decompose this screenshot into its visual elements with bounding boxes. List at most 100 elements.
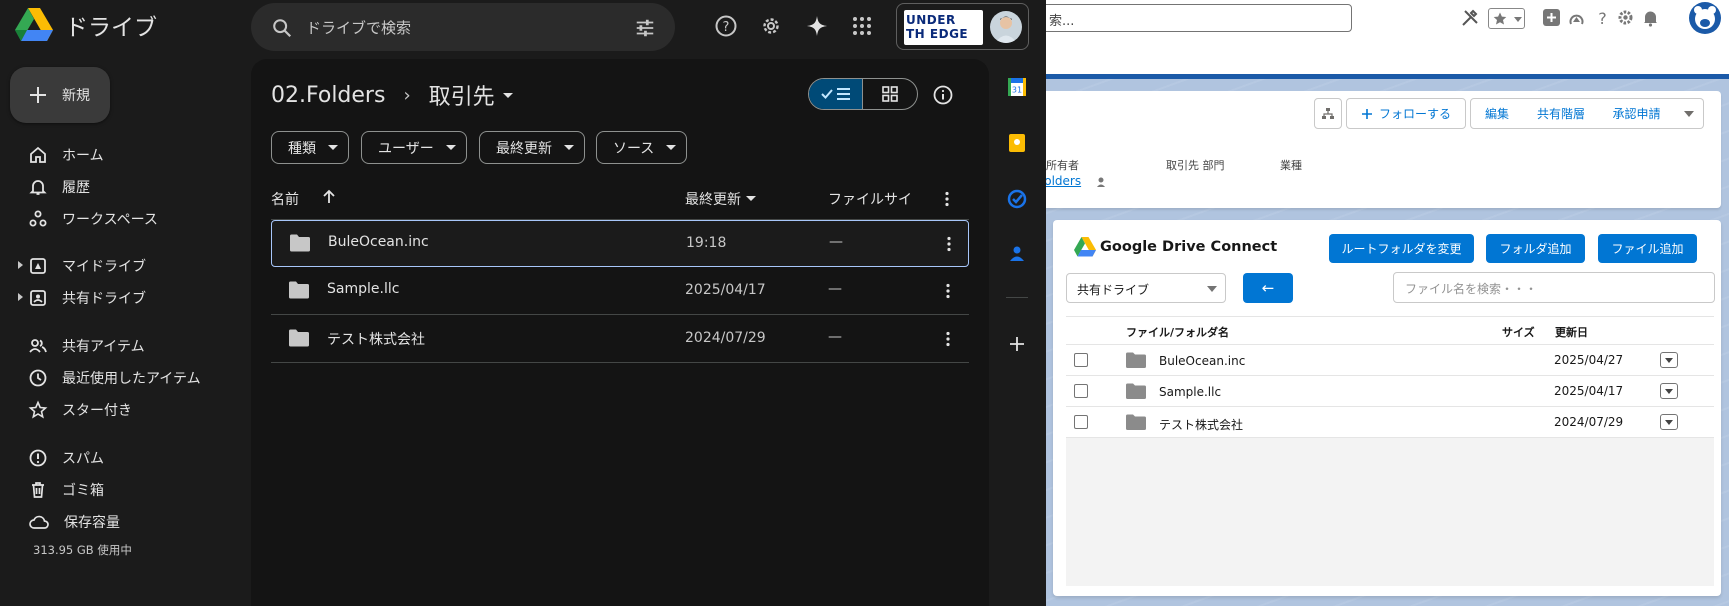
setup-tools-icon[interactable]	[1460, 8, 1480, 28]
more-vert-icon[interactable]	[940, 235, 958, 253]
expand-arrow-icon[interactable]	[18, 293, 23, 301]
file-modified: 19:18	[686, 235, 727, 251]
sidebar-item-trash[interactable]: ゴミ箱	[28, 478, 104, 502]
table-row[interactable]: Sample.llc 2025/04/17	[1066, 376, 1714, 407]
more-vert-icon[interactable]	[939, 330, 957, 348]
gemini-sparkle-icon[interactable]	[805, 14, 829, 38]
drive-search-bar[interactable]: ドライブで検索	[251, 3, 675, 51]
file-modified: 2024/07/29	[1554, 415, 1624, 429]
sidebar-item-label: 共有ドライブ	[62, 291, 146, 307]
chevron-down-icon[interactable]	[746, 196, 756, 201]
sort-ascending-icon[interactable]	[320, 188, 338, 206]
sidebar-item-history[interactable]: 履歴	[28, 175, 90, 199]
notification-bell-icon[interactable]	[1641, 8, 1660, 27]
breadcrumb-current[interactable]: 取引先	[429, 79, 495, 111]
file-row[interactable]: テスト株式会社 2024/07/29 —	[271, 316, 969, 363]
account-switcher[interactable]: UNDER TH EDGE	[896, 3, 1029, 50]
tasks-icon[interactable]	[1007, 189, 1027, 209]
chevron-down-icon	[328, 145, 338, 150]
follow-button[interactable]: フォローする	[1346, 98, 1466, 129]
contacts-icon[interactable]	[1007, 243, 1027, 263]
svg-text:?: ?	[723, 20, 730, 35]
sidebar-item-home[interactable]: ホーム	[28, 143, 104, 167]
more-vert-icon[interactable]	[938, 190, 956, 208]
submit-approval-button[interactable]: 承認申請	[1599, 98, 1675, 129]
row-actions-dropdown[interactable]	[1660, 414, 1678, 430]
button-label: フォルダ追加	[1499, 242, 1572, 256]
favorites-button[interactable]	[1488, 8, 1525, 29]
sidebar-item-my-drive[interactable]: マイドライブ	[18, 254, 146, 278]
filter-source-chip[interactable]: ソース	[596, 131, 688, 164]
search-options-icon[interactable]	[634, 17, 656, 39]
sidebar-item-storage[interactable]: 保存容量	[28, 510, 120, 534]
avatar[interactable]	[990, 11, 1022, 43]
gear-icon[interactable]	[759, 14, 783, 38]
avatar[interactable]	[1689, 2, 1721, 34]
global-search-input[interactable]: 索...	[1046, 4, 1352, 32]
file-row[interactable]: BuleOcean.inc 19:18 —	[271, 220, 969, 267]
file-row[interactable]: Sample.llc 2025/04/17 —	[271, 268, 969, 315]
drive-type-select[interactable]: 共有ドライブ	[1066, 273, 1226, 303]
info-icon[interactable]	[932, 84, 954, 106]
row-checkbox[interactable]	[1074, 415, 1088, 429]
file-search-input[interactable]: ファイル名を検索・・・	[1393, 272, 1715, 303]
filter-people-chip[interactable]: ユーザー	[361, 131, 467, 164]
edit-button[interactable]: 編集	[1470, 98, 1524, 129]
sidebar-item-shared-drives[interactable]: 共有ドライブ	[18, 286, 146, 310]
column-header-modified[interactable]: 最終更新	[685, 189, 741, 209]
calendar-icon[interactable]: 31	[1007, 77, 1027, 97]
add-icon[interactable]	[1542, 8, 1561, 27]
list-view-button[interactable]	[809, 79, 864, 109]
apps-grid-icon[interactable]	[850, 14, 874, 38]
hierarchy-button[interactable]	[1314, 98, 1342, 129]
column-header-name[interactable]: 名前	[271, 189, 299, 209]
change-owner-icon[interactable]	[1096, 176, 1108, 188]
row-actions-dropdown[interactable]	[1660, 352, 1678, 368]
folder-icon	[289, 281, 309, 299]
svg-text:31: 31	[1012, 86, 1022, 95]
table-row[interactable]: BuleOcean.inc 2025/04/27	[1066, 345, 1714, 376]
new-button[interactable]: 新規	[10, 67, 110, 123]
chevron-down-icon[interactable]	[502, 92, 513, 98]
help-icon[interactable]: ?	[1593, 8, 1612, 27]
more-vert-icon[interactable]	[939, 282, 957, 300]
keep-icon[interactable]	[1007, 133, 1027, 153]
owner-link[interactable]: folders	[1046, 174, 1081, 188]
drive-logo[interactable]: ドライブ	[15, 8, 157, 42]
search-icon[interactable]	[271, 17, 293, 39]
table-row[interactable]: テスト株式会社 2024/07/29	[1066, 407, 1714, 438]
more-actions-button[interactable]	[1674, 98, 1704, 129]
trailhead-icon[interactable]	[1567, 8, 1586, 27]
filter-modified-chip[interactable]: 最終更新	[479, 131, 585, 164]
sidebar-item-starred[interactable]: スター付き	[28, 398, 132, 422]
sidebar-item-shared-with-me[interactable]: 共有アイテム	[28, 334, 145, 358]
file-name[interactable]: BuleOcean.inc	[1159, 354, 1245, 368]
grid-view-button[interactable]	[863, 79, 917, 109]
back-button[interactable]: ←	[1243, 273, 1293, 303]
field-label-owner: 所有者	[1046, 159, 1079, 172]
row-checkbox[interactable]	[1074, 384, 1088, 398]
file-name[interactable]: テスト株式会社	[1159, 416, 1243, 433]
filter-type-chip[interactable]: 種類	[271, 131, 349, 164]
row-actions-dropdown[interactable]	[1660, 383, 1678, 399]
sidebar-item-label: ワークスペース	[62, 212, 158, 228]
expand-arrow-icon[interactable]	[18, 261, 23, 269]
button-label: ファイル追加	[1611, 242, 1684, 256]
add-folder-button[interactable]: フォルダ追加	[1486, 234, 1585, 263]
file-name[interactable]: Sample.llc	[1159, 385, 1221, 399]
add-file-button[interactable]: ファイル追加	[1598, 234, 1697, 263]
sidebar-item-spam[interactable]: スパム	[28, 446, 104, 470]
change-root-folder-button[interactable]: ルートフォルダを変更	[1329, 234, 1474, 263]
plus-icon[interactable]	[1008, 335, 1026, 353]
search-input[interactable]: ドライブで検索	[306, 17, 411, 38]
sharing-hierarchy-button[interactable]: 共有階層	[1523, 98, 1600, 129]
help-icon[interactable]: ?	[714, 14, 738, 38]
sidebar-item-recent[interactable]: 最近使用したアイテム	[28, 366, 201, 390]
sidebar-item-label: 最近使用したアイテム	[62, 371, 201, 387]
breadcrumb-parent[interactable]: 02.Folders	[271, 83, 385, 108]
row-checkbox[interactable]	[1074, 353, 1088, 367]
gear-icon[interactable]	[1616, 8, 1635, 27]
sidebar-item-workspaces[interactable]: ワークスペース	[28, 207, 158, 231]
button-label: 共有階層	[1536, 107, 1585, 121]
column-header-size[interactable]: ファイルサイ	[828, 189, 912, 209]
